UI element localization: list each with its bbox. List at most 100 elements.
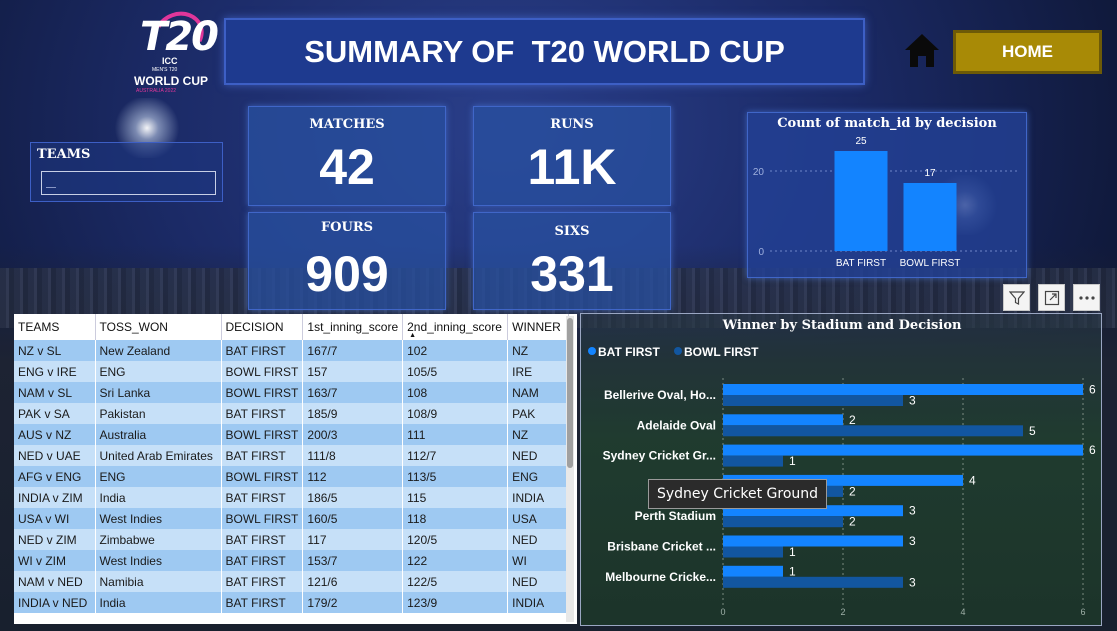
decision-chart: 0 20 25 BAT FIRST 17 BOWL FIRST <box>753 136 1020 269</box>
x-tick-label: 6 <box>1080 607 1085 617</box>
table-cell: NED <box>507 571 570 592</box>
scrollbar-thumb[interactable] <box>567 318 573 468</box>
bar <box>723 425 1023 437</box>
focus-mode-icon[interactable] <box>1038 284 1065 311</box>
table-cell: ENG <box>95 466 222 487</box>
table-cell: ENG <box>95 361 222 382</box>
table-cell: PAK <box>507 403 570 424</box>
table-row[interactable]: USA v WI West Indies BOWL FIRST 160/5 118 USA <box>14 508 570 529</box>
matches-value: 42 <box>319 139 375 195</box>
table-cell: IRE <box>507 361 570 382</box>
logo-mens: MEN'S T20 <box>152 67 178 73</box>
table-row[interactable]: NED v UAE United Arab Emirates BAT FIRST 11… <box>14 445 570 466</box>
teams-slicer-input[interactable] <box>41 171 216 195</box>
stadium-chart-title: Winner by Stadium and Decision <box>722 318 962 333</box>
runs-label: RUNS <box>550 117 594 132</box>
legend-label: BOWL FIRST <box>684 345 759 359</box>
table-cell: BAT FIRST <box>221 529 304 550</box>
table-cell: 157 <box>302 361 404 382</box>
table-cell: NED v ZIM <box>14 529 96 550</box>
col-header-teams[interactable]: TEAMS <box>14 314 96 340</box>
table-row[interactable]: AFG v ENG ENG BOWL FIRST 112 113/5 ENG <box>14 466 570 487</box>
bar <box>723 516 843 528</box>
sixs-label: SIXS <box>554 224 590 239</box>
matches-table[interactable]: TEAMS TOSS_WON DECISION 1st_inning_score… <box>14 314 577 624</box>
col-header-toss-won[interactable]: TOSS_WON <box>95 314 222 340</box>
table-row[interactable]: NED v ZIM Zimbabwe BAT FIRST 117 120/5 NED <box>14 529 570 550</box>
table-cell: 118 <box>402 508 509 529</box>
table-row[interactable]: NAM v SL Sri Lanka BOWL FIRST 163/7 108 NAM <box>14 382 570 403</box>
sixs-value: 331 <box>530 246 614 302</box>
table-cell: AUS v NZ <box>14 424 96 445</box>
table-cell: BAT FIRST <box>221 487 304 508</box>
col-header-2nd-inning[interactable]: 2nd_inning_score ▲ <box>402 314 509 340</box>
table-cell: PAK v SA <box>14 403 96 424</box>
table-row[interactable]: INDIA v ZIM India BAT FIRST 186/5 115 INDIA <box>14 487 570 508</box>
table-cell: 200/3 <box>302 424 404 445</box>
table-cell: NAM v NED <box>14 571 96 592</box>
table-cell: NZ <box>507 424 570 445</box>
table-row[interactable]: ENG v IRE ENG BOWL FIRST 157 105/5 IRE <box>14 361 570 382</box>
filter-icon[interactable] <box>1003 284 1030 311</box>
data-label: 3 <box>909 394 916 408</box>
data-label: 5 <box>1029 424 1036 438</box>
table-cell: 113/5 <box>402 466 509 487</box>
table-row[interactable]: WI v ZIM West Indies BAT FIRST 153/7 122 WI <box>14 550 570 571</box>
more-options-icon[interactable] <box>1073 284 1100 311</box>
stadium-chart-card[interactable]: Winner by Stadium and Decision BAT FIRST B… <box>580 313 1102 626</box>
table-row[interactable]: AUS v NZ Australia BOWL FIRST 200/3 111 NZ <box>14 424 570 445</box>
y-category-label: Melbourne Cricke... <box>605 570 716 584</box>
table-cell: 105/5 <box>402 361 509 382</box>
table-cell: 117 <box>302 529 404 550</box>
runs-value: 11K <box>527 139 617 195</box>
data-label: 1 <box>789 545 796 559</box>
table-cell: BOWL FIRST <box>221 361 304 382</box>
y-category-label: Perth Stadium <box>635 509 716 523</box>
y-tick-label: 20 <box>753 167 765 178</box>
table-cell: BOWL FIRST <box>221 382 304 403</box>
page-title: SUMMARY OF T20 WORLD CUP <box>304 33 785 69</box>
table-cell: 122/5 <box>402 571 509 592</box>
table-row[interactable]: PAK v SA Pakistan BAT FIRST 185/9 108/9 PAK <box>14 403 570 424</box>
col-header-winner[interactable]: WINNER <box>507 314 570 340</box>
table-cell: West Indies <box>95 550 222 571</box>
col-header-decision[interactable]: DECISION <box>221 314 304 340</box>
table-cell: BAT FIRST <box>221 592 304 613</box>
fours-value: 909 <box>305 246 389 302</box>
matches-label: MATCHES <box>309 117 385 132</box>
home-button[interactable]: HOME <box>953 30 1102 74</box>
legend-label: BAT FIRST <box>598 345 660 359</box>
table-cell: Namibia <box>95 571 222 592</box>
col-header-1st-inning[interactable]: 1st_inning_score <box>302 314 404 340</box>
teams-slicer: TEAMS <box>30 142 223 202</box>
home-icon[interactable] <box>903 31 941 69</box>
data-label: 6 <box>1089 443 1096 457</box>
table-row[interactable]: INDIA v NED India BAT FIRST 179/2 123/9 INDIA <box>14 592 570 613</box>
table-cell: BOWL FIRST <box>221 424 304 445</box>
table-row[interactable]: NZ v SL New Zealand BAT FIRST 167/7 102 NZ <box>14 340 570 361</box>
t20-world-cup-logo: T20 ICC MEN'S T20 WORLD CUP AUSTRALIA 20… <box>132 4 219 94</box>
bar <box>723 565 783 577</box>
decision-chart-card[interactable]: Count of match_id by decision 0 20 25 BAT F… <box>747 112 1027 278</box>
slicer-handle <box>46 178 56 188</box>
logo-world-cup: WORLD CUP <box>134 74 208 88</box>
table-cell: 102 <box>402 340 509 361</box>
table-cell: NED v UAE <box>14 445 96 466</box>
table-cell: BOWL FIRST <box>221 508 304 529</box>
matches-card: MATCHES 42 <box>248 106 446 206</box>
table-row[interactable]: NAM v NED Namibia BAT FIRST 121/6 122/5 NED <box>14 571 570 592</box>
table-cell: Sri Lanka <box>95 382 222 403</box>
table-cell: INDIA v ZIM <box>14 487 96 508</box>
table-cell: 185/9 <box>302 403 404 424</box>
fours-label: FOURS <box>320 220 374 235</box>
table-cell: New Zealand <box>95 340 222 361</box>
table-cell: 121/6 <box>302 571 404 592</box>
y-category-label: Adelaide Oval <box>637 418 716 432</box>
table-cell: BAT FIRST <box>221 403 304 424</box>
table-scrollbar[interactable] <box>566 316 574 622</box>
x-tick-label: BAT FIRST <box>836 258 886 269</box>
x-tick-label: BOWL FIRST <box>900 258 961 269</box>
bar <box>723 414 843 426</box>
chart-tooltip: Sydney Cricket Ground <box>648 479 828 509</box>
table-cell: 122 <box>402 550 509 571</box>
